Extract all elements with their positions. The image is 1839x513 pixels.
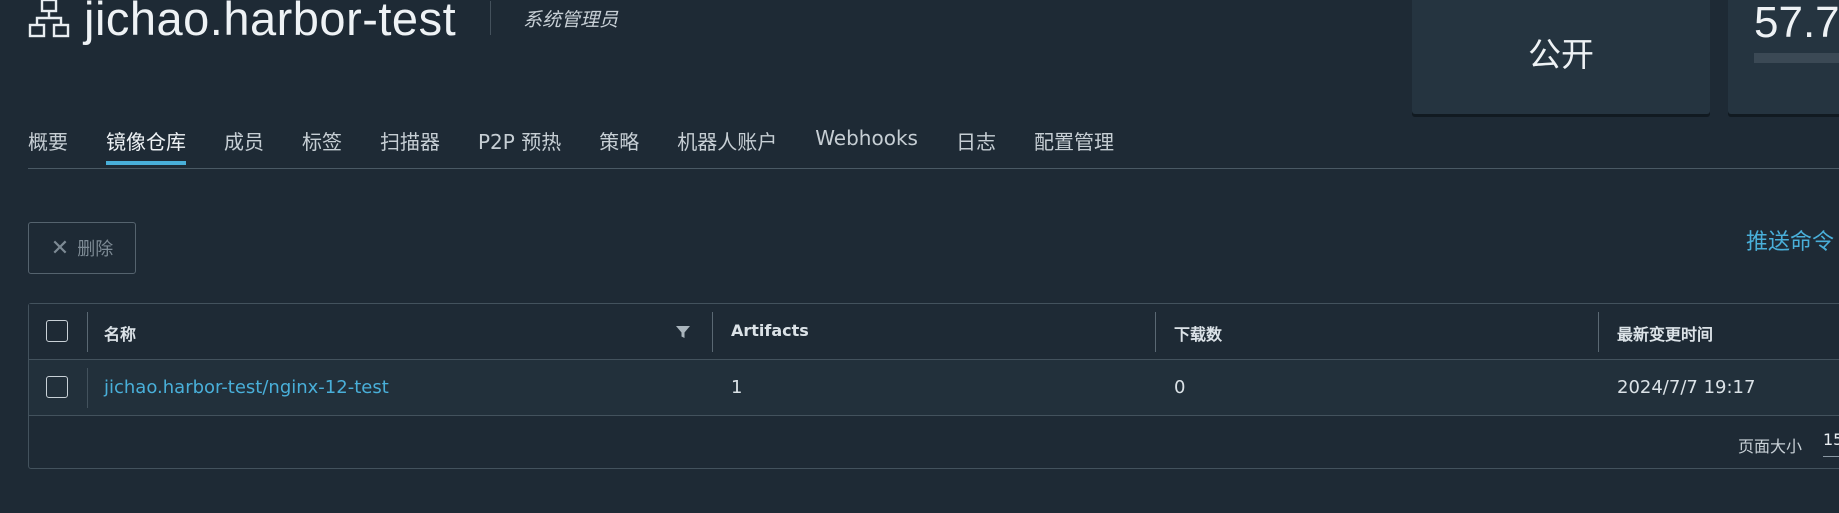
column-header-pulls[interactable]: 下载数 [1174,321,1222,345]
column-separator [1598,312,1599,352]
column-header-name[interactable]: 名称 [104,321,136,345]
row-checkbox[interactable] [46,376,68,398]
tab-webhooks[interactable]: Webhooks [815,126,918,165]
access-level-card: 公开 [1412,0,1710,114]
tabs-divider [28,168,1839,169]
repository-table: 名称 Artifacts 下载数 最新变更时间 jichao.harbor-te… [28,303,1839,469]
tab-robot-accounts[interactable]: 机器人账户 [677,126,777,165]
column-separator [87,368,88,408]
tab-scanner[interactable]: 扫描器 [380,126,440,165]
tab-repositories[interactable]: 镜像仓库 [106,126,186,165]
select-all-checkbox[interactable] [46,320,68,342]
project-header: jichao.harbor-test 系统管理员 [28,0,618,54]
repository-name-link[interactable]: jichao.harbor-test/nginx-12-test [104,377,389,398]
quota-card: 57.7 [1728,0,1839,114]
filter-icon[interactable] [675,324,691,340]
column-header-artifacts[interactable]: Artifacts [731,321,809,340]
page-size-select[interactable]: 15 [1823,430,1839,457]
tab-labels[interactable]: 标签 [302,126,342,165]
column-separator [712,312,713,352]
project-network-icon [28,0,70,39]
quota-progress-bar [1754,53,1839,63]
tab-configuration[interactable]: 配置管理 [1034,126,1114,165]
header-divider [490,1,492,35]
page-size-label: 页面大小 [1738,437,1803,456]
tab-summary[interactable]: 概要 [28,126,68,165]
tab-logs[interactable]: 日志 [956,126,996,165]
artifacts-count: 1 [731,377,743,398]
table-row[interactable]: jichao.harbor-test/nginx-12-test 1 0 202… [29,360,1839,416]
tab-members[interactable]: 成员 [224,126,264,165]
last-modified-time: 2024/7/7 19:17 [1617,377,1756,398]
access-level-value: 公开 [1528,35,1594,74]
project-title: jichao.harbor-test [84,0,457,45]
pull-count: 0 [1174,377,1186,398]
column-header-updated[interactable]: 最新变更时间 [1617,321,1713,345]
table-footer: 页面大小 15 [29,416,1839,470]
user-role: 系统管理员 [523,8,619,31]
column-separator [1155,312,1156,352]
tab-p2p-preheat[interactable]: P2P 预热 [478,126,561,165]
push-command-link[interactable]: 推送命令 [1746,224,1834,256]
column-separator [87,312,88,352]
tab-policy[interactable]: 策略 [599,126,639,165]
table-header: 名称 Artifacts 下载数 最新变更时间 [29,304,1839,360]
close-icon: ✕ [50,235,70,261]
project-tabs: 概要 镜像仓库 成员 标签 扫描器 P2P 预热 策略 机器人账户 Webhoo… [28,126,1152,165]
delete-button[interactable]: ✕ 删除 [28,222,136,274]
delete-button-label: 删除 [77,239,114,260]
quota-value: 57.7 [1754,0,1839,47]
